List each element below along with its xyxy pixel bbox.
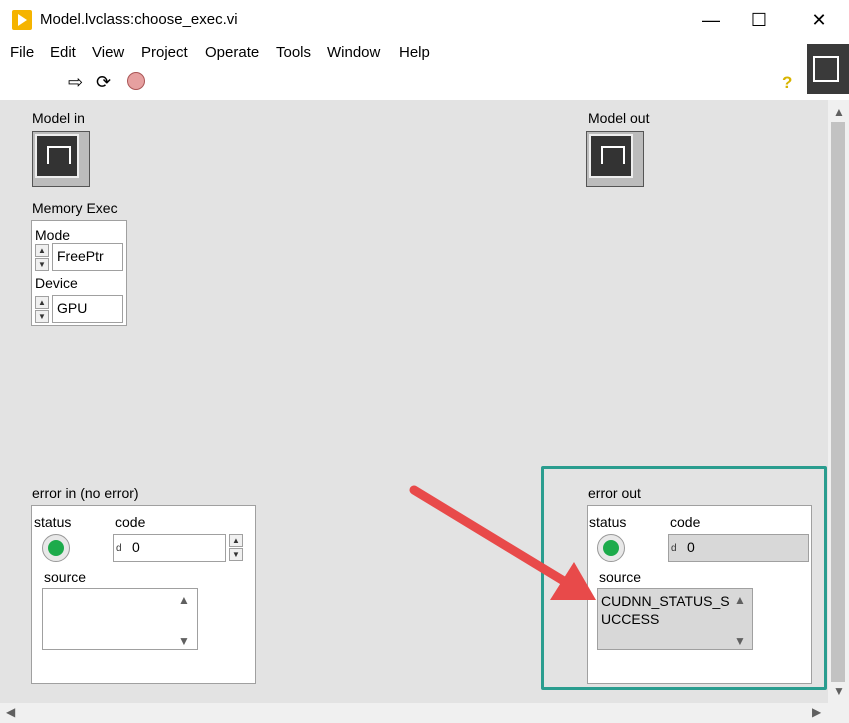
scroll-up-icon[interactable]: ▲ <box>178 593 190 607</box>
scroll-left-icon[interactable]: ◀ <box>6 705 15 719</box>
minimize-icon[interactable]: — <box>688 0 734 40</box>
error-in-label: error in (no error) <box>32 485 139 501</box>
mode-label: Mode <box>35 227 71 243</box>
model-class-icon <box>589 134 633 178</box>
error-in-status-led[interactable] <box>42 534 70 562</box>
menu-help[interactable]: Help <box>399 44 430 61</box>
error-in-code-field[interactable]: 0 <box>113 534 226 562</box>
window-title: Model.lvclass:choose_exec.vi <box>40 11 238 28</box>
cpu-chip-icon <box>813 56 839 82</box>
annotation-arrow-icon <box>409 485 596 600</box>
vertical-scroll-thumb[interactable] <box>831 122 845 682</box>
close-icon[interactable]: ✕ <box>796 0 842 40</box>
scroll-up-icon[interactable]: ▲ <box>833 105 845 119</box>
error-in-radix: d <box>116 543 122 554</box>
memory-exec-label: Memory Exec <box>32 200 118 216</box>
maximize-icon[interactable]: ☐ <box>736 0 782 40</box>
scroll-down-icon[interactable]: ▼ <box>178 634 190 648</box>
device-ring[interactable]: GPU <box>52 295 123 323</box>
model-in-label: Model in <box>32 110 85 126</box>
device-label: Device <box>35 275 78 291</box>
model-out-indicator[interactable] <box>586 131 644 187</box>
mode-increment-icon[interactable]: ▲ <box>35 244 49 257</box>
model-out-label: Model out <box>588 110 650 126</box>
error-in-code-decrement-icon[interactable]: ▼ <box>229 548 243 561</box>
error-in-code-label: code <box>115 514 146 530</box>
context-help-icon[interactable]: ? <box>782 73 798 92</box>
run-continuously-icon[interactable]: ⟳ <box>96 72 111 93</box>
error-in-code-increment-icon[interactable]: ▲ <box>229 534 243 547</box>
model-class-icon <box>35 134 79 178</box>
scroll-right-icon[interactable]: ▶ <box>812 705 821 719</box>
error-in-source-field[interactable] <box>42 588 198 650</box>
menu-file[interactable]: File <box>10 44 34 61</box>
error-in-source-label: source <box>44 569 87 585</box>
menu-project[interactable]: Project <box>141 44 188 61</box>
abort-icon[interactable] <box>127 72 145 90</box>
labview-app-icon <box>12 10 32 30</box>
horizontal-scrollbar[interactable] <box>0 703 849 723</box>
error-in-status-label: status <box>34 514 72 530</box>
menu-tools[interactable]: Tools <box>276 44 311 61</box>
menu-window[interactable]: Window <box>327 44 380 61</box>
menu-view[interactable]: View <box>92 44 124 61</box>
device-increment-icon[interactable]: ▲ <box>35 296 49 309</box>
scroll-down-icon[interactable]: ▼ <box>833 684 845 698</box>
menu-edit[interactable]: Edit <box>50 44 76 61</box>
mode-ring[interactable]: FreePtr <box>52 243 123 271</box>
mode-decrement-icon[interactable]: ▼ <box>35 258 49 271</box>
model-in-control[interactable] <box>32 131 90 187</box>
toolbar <box>0 66 806 100</box>
menu-operate[interactable]: Operate <box>205 44 259 61</box>
device-decrement-icon[interactable]: ▼ <box>35 310 49 323</box>
run-arrow-icon[interactable]: ⇨ <box>68 72 83 93</box>
